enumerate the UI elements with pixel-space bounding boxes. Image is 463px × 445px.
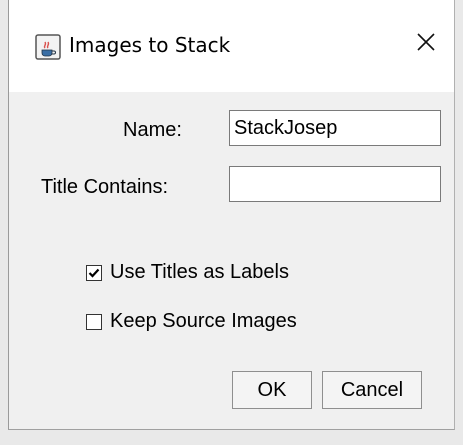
cancel-button[interactable]: Cancel: [322, 371, 422, 409]
keep-source-images-checkbox[interactable]: [86, 313, 102, 330]
keep-source-images-label: Keep Source Images: [110, 310, 297, 332]
title-bar[interactable]: Images to Stack: [9, 0, 454, 92]
ok-button[interactable]: OK: [232, 371, 312, 409]
java-coffee-icon: [35, 34, 61, 60]
use-titles-as-labels-option[interactable]: Use Titles as Labels: [86, 261, 289, 284]
keep-source-images-option[interactable]: Keep Source Images: [86, 310, 297, 333]
close-icon: [415, 31, 437, 58]
title-contains-label: Title Contains:: [41, 176, 169, 198]
checkmark-icon: [88, 268, 100, 278]
use-titles-as-labels-checkbox[interactable]: [86, 264, 102, 281]
use-titles-as-labels-label: Use Titles as Labels: [110, 261, 289, 283]
images-to-stack-dialog: Images to Stack Name: Title Contains: Us…: [8, 0, 455, 430]
name-label: Name:: [123, 119, 182, 141]
dialog-title: Images to Stack: [69, 33, 231, 57]
name-input[interactable]: [229, 110, 441, 146]
close-button[interactable]: [408, 26, 444, 62]
title-contains-input[interactable]: [229, 166, 441, 202]
